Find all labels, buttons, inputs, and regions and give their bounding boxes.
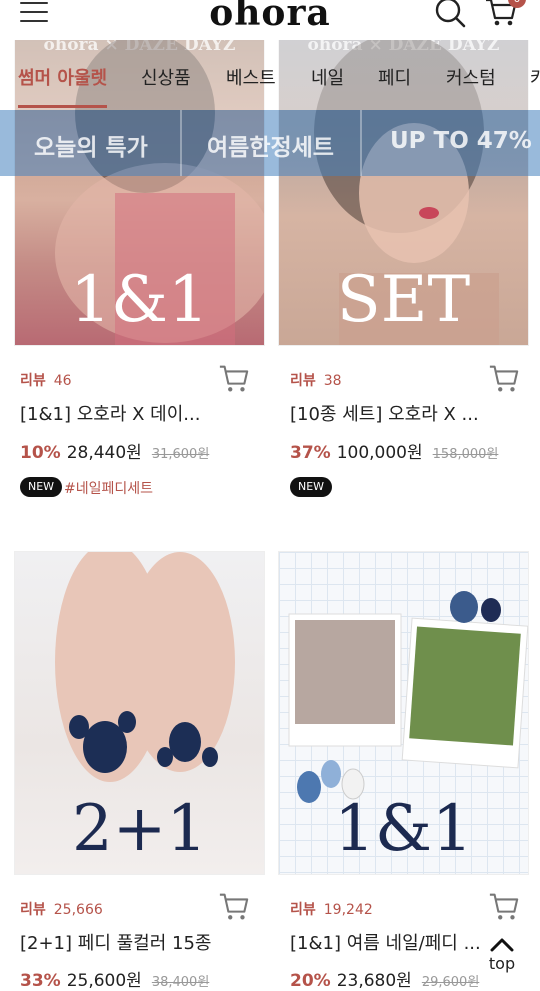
- add-to-cart-icon[interactable]: [488, 362, 520, 394]
- tab-more[interactable]: 카: [530, 64, 540, 90]
- chevron-up-icon: [490, 938, 514, 952]
- original-price: 158,000원: [432, 447, 499, 462]
- new-badge: NEW: [20, 477, 63, 497]
- review-count: 25,666: [53, 902, 103, 918]
- price-row: 37% 100,000원 158,000원: [290, 438, 498, 463]
- sale-price: 23,680원: [336, 971, 412, 991]
- review-info: 리뷰 38: [290, 370, 342, 390]
- discount-rate: 10%: [20, 443, 61, 463]
- product-image[interactable]: 2+1: [14, 551, 265, 875]
- banner-summer-set[interactable]: 여름한정세트: [207, 128, 334, 162]
- banner-divider: [180, 110, 182, 176]
- header: ohora 0: [0, 0, 540, 40]
- promo-label: SET: [336, 263, 471, 337]
- banner-discount[interactable]: UP TO 47%: [390, 128, 532, 154]
- review-count: 38: [323, 373, 342, 389]
- original-price: 31,600원: [151, 447, 210, 462]
- price-row: 33% 25,600원 38,400원: [20, 966, 209, 991]
- promo-label: 1&1: [70, 263, 209, 337]
- promo-label: 2+1: [71, 792, 208, 866]
- tab-new[interactable]: 신상품: [141, 64, 191, 90]
- promo-label: 1&1: [334, 792, 473, 866]
- price-row: 10% 28,440원 31,600원: [20, 438, 209, 463]
- sale-price: 25,600원: [66, 971, 142, 991]
- category-tabs: 썸머 아울렛 신상품 베스트 네일 페디 커스텀 카: [0, 40, 540, 110]
- new-badge: NEW: [290, 477, 333, 497]
- promo-banner: 오늘의 특가 여름한정세트 UP TO 47%: [0, 110, 540, 176]
- add-to-cart-icon[interactable]: [218, 362, 250, 394]
- discount-rate: 33%: [20, 971, 61, 991]
- product-image[interactable]: 1&1: [278, 551, 529, 875]
- banner-divider: [360, 110, 362, 176]
- product-name[interactable]: [2+1] 페디 풀컬러 15종: [20, 929, 211, 955]
- review-count: 46: [53, 373, 72, 389]
- search-icon[interactable]: [434, 0, 466, 28]
- product-name[interactable]: [1&1] 오호라 X 데이...: [20, 400, 200, 426]
- tab-custom[interactable]: 커스텀: [446, 64, 496, 90]
- active-tab-indicator: [18, 105, 107, 108]
- discount-rate: 20%: [290, 971, 331, 991]
- discount-rate: 37%: [290, 443, 331, 463]
- scroll-top-label: top: [488, 954, 516, 973]
- product-hashtag[interactable]: #네일페디세트: [64, 478, 153, 498]
- price-row: 20% 23,680원 29,600원: [290, 966, 479, 991]
- review-label: 리뷰: [20, 373, 46, 389]
- review-info: 리뷰 46: [20, 370, 72, 390]
- review-count: 19,242: [323, 902, 373, 918]
- tab-best[interactable]: 베스트: [226, 64, 276, 90]
- tab-pedi[interactable]: 페디: [378, 64, 411, 90]
- review-label: 리뷰: [290, 902, 316, 918]
- product-name[interactable]: [10종 세트] 오호라 X ...: [290, 400, 479, 426]
- banner-daily-deal[interactable]: 오늘의 특가: [34, 128, 148, 162]
- review-info: 리뷰 25,666: [20, 899, 103, 919]
- add-to-cart-icon[interactable]: [218, 890, 250, 922]
- sale-price: 100,000원: [336, 443, 423, 463]
- product-name[interactable]: [1&1] 여름 네일/페디 ...: [290, 929, 481, 955]
- tab-summer-outlet[interactable]: 썸머 아울렛: [18, 64, 107, 90]
- review-info: 리뷰 19,242: [290, 899, 373, 919]
- review-label: 리뷰: [290, 373, 316, 389]
- tab-nail[interactable]: 네일: [311, 64, 344, 90]
- scroll-top-button[interactable]: top: [476, 936, 528, 980]
- sale-price: 28,440원: [66, 443, 142, 463]
- add-to-cart-icon[interactable]: [488, 890, 520, 922]
- review-label: 리뷰: [20, 902, 46, 918]
